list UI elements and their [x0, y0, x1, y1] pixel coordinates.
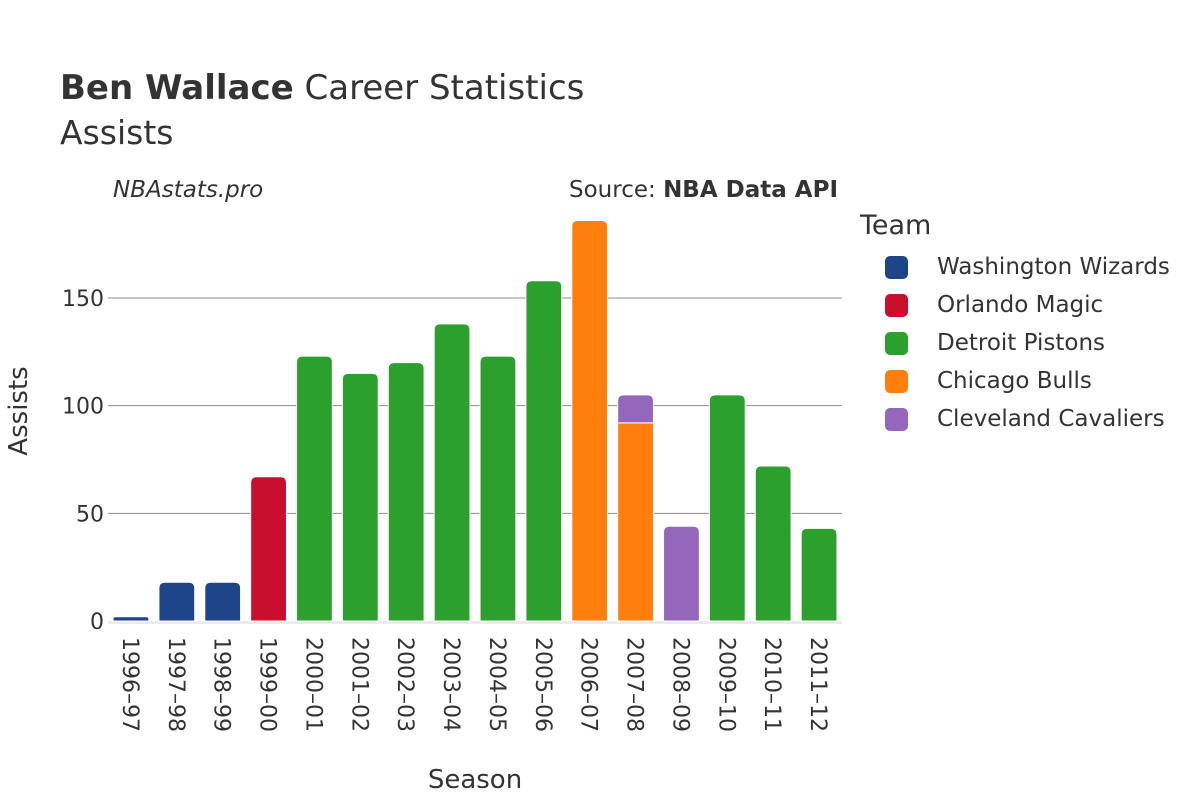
x-tick-label: 2001–02 [346, 637, 371, 732]
bar-segment[interactable]: 2000–01 Detroit Pistons: 123 [296, 355, 333, 622]
bar-segment[interactable]: 1998–99 Washington Wizards: 18 [204, 581, 242, 622]
x-tick-label: 2009–10 [713, 637, 738, 732]
bar-segment[interactable]: 2011–12 Detroit Pistons: 43 [800, 527, 838, 622]
x-tick-label: 1998–99 [209, 637, 234, 732]
bar-segment[interactable]: 2005–06 Detroit Pistons: 158 [525, 280, 563, 622]
bar-segment[interactable]: 1997–98 Washington Wizards: 18 [158, 581, 196, 622]
x-tick-label: 2002–03 [392, 637, 417, 732]
y-tick-label: 50 [76, 502, 104, 527]
bar-segment[interactable]: 2006–07 Chicago Bulls: 186 [571, 219, 609, 622]
bar-segment[interactable]: 1999–00 Orlando Magic: 67 [250, 476, 287, 622]
y-tick-label: 150 [62, 287, 104, 312]
x-tick-label: 2008–09 [667, 637, 692, 732]
x-tick-label: 2003–04 [438, 637, 463, 732]
x-tick-label: 2004–05 [484, 637, 509, 732]
y-axis-label: Assists [4, 366, 34, 455]
bar-segment[interactable]: 2008–09 Cleveland Cavaliers: 44 [663, 525, 700, 622]
bar-segment[interactable]: 2007–08 Cleveland Cavaliers: 13 [617, 394, 654, 424]
x-tick-label: 2010–11 [759, 637, 784, 732]
bar-segment[interactable]: 2003–04 Detroit Pistons: 138 [433, 323, 471, 622]
x-tick-label: 2005–06 [530, 637, 555, 732]
bar-chart: 1996–97 Washington Wizards: 2 1997–98 Was… [4, 219, 842, 795]
bar-segment[interactable]: 2002–03 Detroit Pistons: 120 [387, 362, 425, 622]
y-tick-label: 100 [62, 395, 104, 420]
x-tick-label: 2007–08 [622, 637, 647, 732]
x-tick-label: 2006–07 [576, 637, 601, 732]
x-tick-label: 1999–00 [255, 637, 280, 732]
x-tick-label: 2000–01 [300, 637, 325, 732]
x-tick-label: 1997–98 [163, 637, 188, 732]
bar-segment[interactable]: 1996–97 Washington Wizards: 2 [112, 616, 150, 622]
x-axis-label: Season [428, 765, 522, 795]
bar-segment[interactable]: 2004–05 Detroit Pistons: 123 [479, 355, 517, 622]
bar-segment[interactable]: 2009–10 Detroit Pistons: 105 [708, 394, 746, 622]
bar-segment[interactable]: 2001–02 Detroit Pistons: 115 [341, 372, 379, 622]
y-tick-labels: 0 50 100 150 [62, 287, 104, 635]
bars: 1996–97 Washington Wizards: 2 1997–98 Was… [112, 219, 838, 622]
x-tick-labels: 1996–97 1997–98 1998–99 1999–00 2000–01 2001–… [117, 637, 830, 732]
x-tick-label: 2011–12 [805, 637, 830, 732]
x-tick-label: 1996–97 [117, 637, 142, 732]
bar-segment[interactable]: 2007–08 Chicago Bulls: 92 [617, 422, 654, 622]
y-tick-label: 0 [90, 610, 104, 635]
bar-segment[interactable]: 2010–11 Detroit Pistons: 72 [754, 465, 792, 622]
